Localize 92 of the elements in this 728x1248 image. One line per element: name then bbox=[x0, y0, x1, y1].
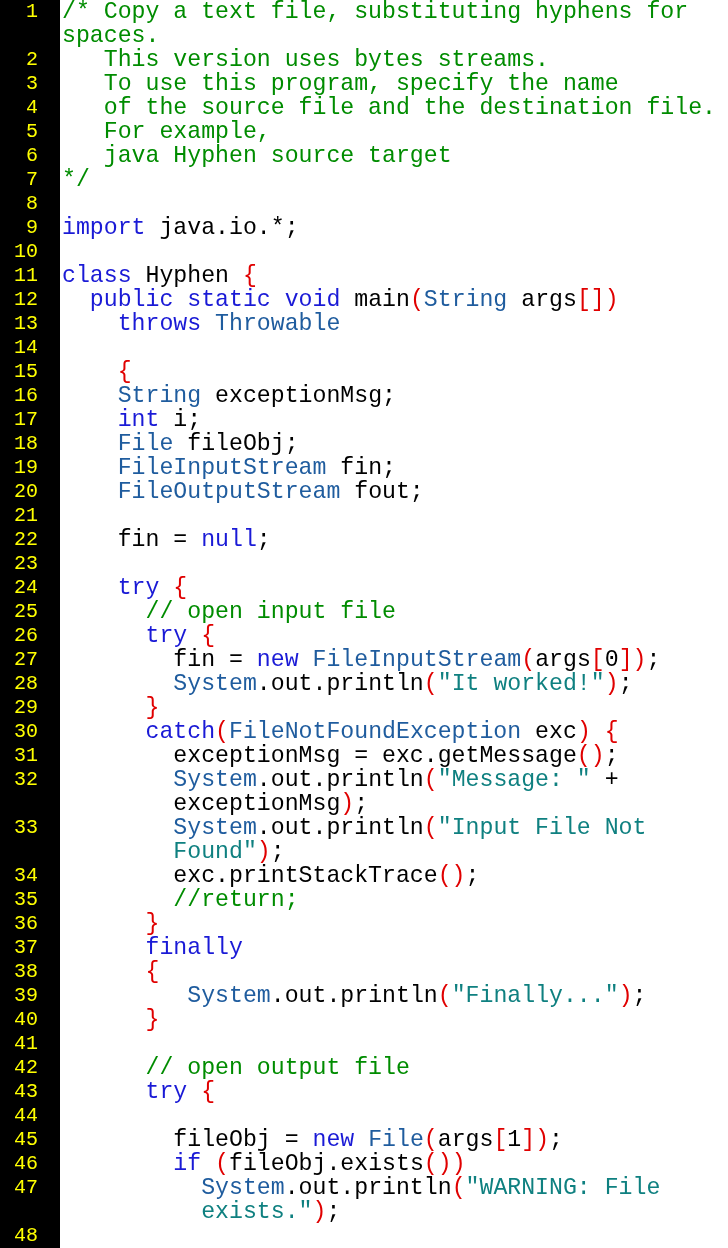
line-number: 20 bbox=[14, 480, 38, 504]
code-line: exceptionMsg); bbox=[172, 792, 369, 816]
code-line: } bbox=[144, 912, 160, 936]
code-line: System.out.println("Finally..."); bbox=[186, 984, 647, 1008]
code-line: if (fileObj.exists()) bbox=[172, 1152, 466, 1176]
line-number: 19 bbox=[14, 456, 38, 480]
code-line: exc.printStackTrace(); bbox=[172, 864, 480, 888]
line-number: 7 bbox=[26, 168, 38, 192]
line-number: 29 bbox=[14, 696, 38, 720]
line-number: 30 bbox=[14, 720, 38, 744]
code-line: String exceptionMsg; bbox=[116, 384, 396, 408]
line-number: 44 bbox=[14, 1104, 38, 1128]
code-line: File fileObj; bbox=[116, 432, 299, 456]
code-line: { bbox=[144, 960, 160, 984]
line-number: 41 bbox=[14, 1032, 38, 1056]
code-line: { bbox=[116, 360, 132, 384]
line-number: 13 bbox=[14, 312, 38, 336]
line-number: 28 bbox=[14, 672, 38, 696]
line-number: 34 bbox=[14, 864, 38, 888]
line-number: 17 bbox=[14, 408, 38, 432]
code-line: fin = null; bbox=[116, 528, 271, 552]
code-line: To use this program, specify the name bbox=[102, 72, 619, 96]
code-line: FileInputStream fin; bbox=[116, 456, 396, 480]
line-number: 43 bbox=[14, 1080, 38, 1104]
code-line: java Hyphen source target bbox=[102, 144, 452, 168]
code-line: try { bbox=[116, 576, 188, 600]
code-line: public static void main(String args[]) bbox=[88, 288, 619, 312]
line-number: 9 bbox=[26, 216, 38, 240]
line-number: 2 bbox=[26, 48, 38, 72]
line-number: 1 bbox=[26, 0, 38, 24]
line-number: 16 bbox=[14, 384, 38, 408]
code-line: of the source file and the destination file. bbox=[102, 96, 716, 120]
code-line: import java.io.*; bbox=[62, 216, 299, 240]
code-line: */ bbox=[62, 168, 90, 192]
line-number: 14 bbox=[14, 336, 38, 360]
line-number: 15 bbox=[14, 360, 38, 384]
code-line: System.out.println("Message: " + bbox=[172, 768, 619, 792]
line-number: 22 bbox=[14, 528, 38, 552]
line-number: 31 bbox=[14, 744, 38, 768]
code-line: } bbox=[144, 1008, 160, 1032]
line-number: 36 bbox=[14, 912, 38, 936]
line-number: 25 bbox=[14, 600, 38, 624]
line-number: 47 bbox=[14, 1176, 38, 1200]
code-line: fin = new FileInputStream(args[0]); bbox=[173, 648, 661, 672]
code-line: This version uses bytes streams. bbox=[103, 48, 550, 72]
line-number: 5 bbox=[26, 120, 38, 144]
line-number: 33 bbox=[14, 816, 38, 840]
line-number: 39 bbox=[14, 984, 38, 1008]
line-number: 6 bbox=[26, 144, 38, 168]
code-line: class Hyphen { bbox=[62, 264, 257, 288]
code-line: /* Copy a text file, substituting hyphens for bbox=[62, 0, 689, 24]
line-number: 42 bbox=[14, 1056, 38, 1080]
line-number: 21 bbox=[14, 504, 38, 528]
line-number: 4 bbox=[26, 96, 38, 120]
line-number: 48 bbox=[14, 1224, 38, 1248]
code-line: //return; bbox=[172, 888, 299, 912]
code-line: FileOutputStream fout; bbox=[116, 480, 424, 504]
code-line: finally bbox=[144, 936, 243, 960]
code-line: try { bbox=[144, 1080, 216, 1104]
line-number: 32 bbox=[14, 768, 38, 792]
line-number: 3 bbox=[26, 72, 38, 96]
code-line: System.out.println("WARNING: File bbox=[200, 1176, 661, 1200]
code-line: try { bbox=[144, 624, 216, 648]
line-number: 23 bbox=[14, 552, 38, 576]
code-line: Found"); bbox=[172, 840, 285, 864]
line-number: 37 bbox=[14, 936, 38, 960]
line-number: 18 bbox=[14, 432, 38, 456]
line-number: 11 bbox=[14, 264, 38, 288]
code-line: } bbox=[144, 696, 160, 720]
code-line: // open output file bbox=[144, 1056, 410, 1080]
line-number: 40 bbox=[14, 1008, 38, 1032]
code-line: // open input file bbox=[145, 600, 396, 624]
line-number: 35 bbox=[14, 888, 38, 912]
code-line: fileObj = new File(args[1]); bbox=[172, 1128, 563, 1152]
code-line: System.out.println("Input File Not bbox=[172, 816, 647, 840]
code-line: exceptionMsg = exc.getMessage(); bbox=[172, 744, 619, 768]
line-number: 24 bbox=[14, 576, 38, 600]
line-number: 12 bbox=[14, 288, 38, 312]
line-number: 10 bbox=[14, 240, 38, 264]
line-number: 38 bbox=[14, 960, 38, 984]
line-number: 27 bbox=[14, 648, 38, 672]
code-line: System.out.println("It worked!"); bbox=[172, 672, 633, 696]
code-line: For example, bbox=[102, 120, 271, 144]
code-line: catch(FileNotFoundException exc) { bbox=[144, 720, 619, 744]
code-line: spaces. bbox=[62, 24, 161, 48]
line-number: 45 bbox=[14, 1128, 38, 1152]
line-number: 8 bbox=[26, 192, 38, 216]
code-line: exists."); bbox=[200, 1200, 341, 1224]
line-number: 26 bbox=[14, 624, 38, 648]
line-number: 46 bbox=[14, 1152, 38, 1176]
code-line: int i; bbox=[116, 408, 202, 432]
code-line: throws Throwable bbox=[117, 312, 341, 336]
